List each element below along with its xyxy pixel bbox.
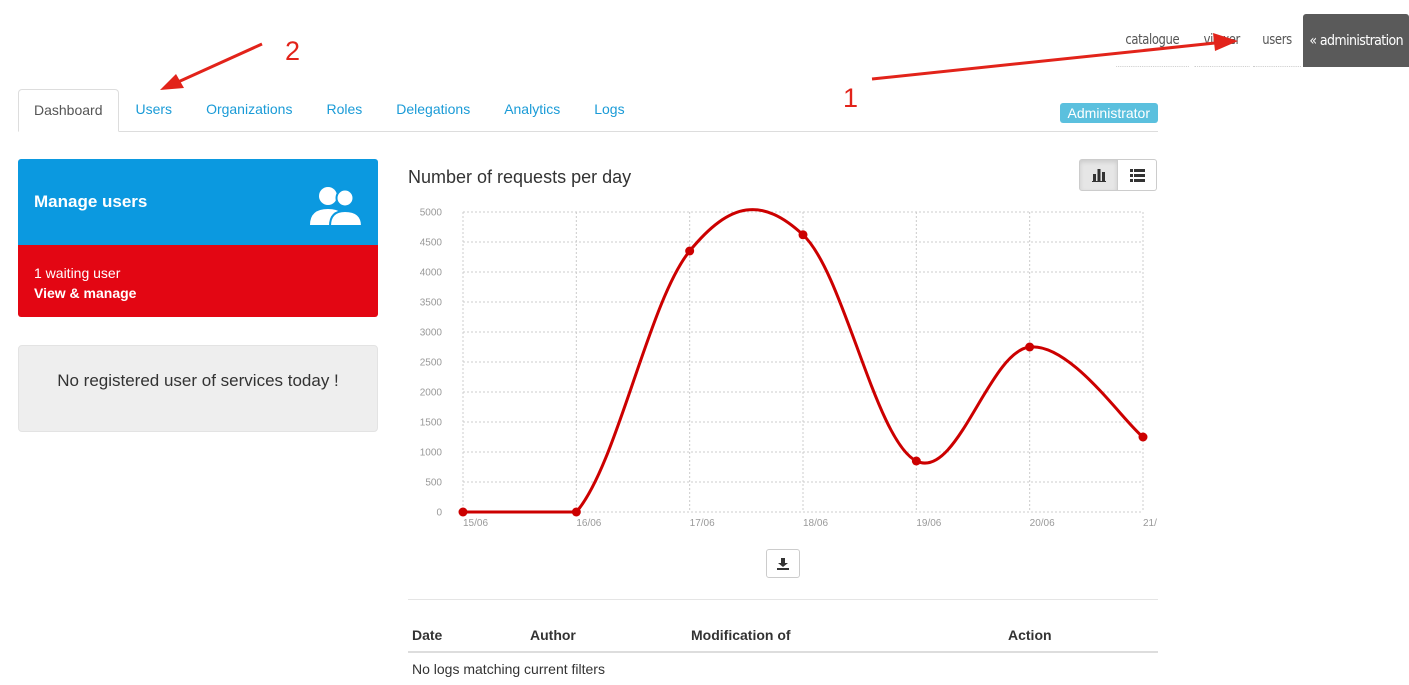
download-button[interactable]	[766, 549, 800, 578]
y-tick-label: 3000	[420, 328, 443, 339]
data-point	[685, 246, 695, 256]
section-divider	[408, 599, 1158, 600]
manage-users-header: Manage users	[18, 159, 378, 245]
x-tick-label: 18/06	[803, 518, 828, 529]
tab-logs[interactable]: Logs	[577, 89, 641, 131]
data-point	[571, 507, 581, 517]
data-point	[798, 230, 808, 240]
tab-users[interactable]: Users	[119, 89, 190, 131]
chart-title: Number of requests per day	[408, 167, 632, 187]
column-author: Author	[526, 620, 687, 653]
users-icon	[310, 187, 364, 227]
data-point	[911, 456, 921, 466]
top-navigation: catalogue viewer users « administration	[1113, 14, 1409, 67]
list-icon	[1129, 168, 1145, 182]
waiting-users-count: 1 waiting user	[34, 265, 121, 281]
topnav-viewer[interactable]: viewer	[1194, 14, 1249, 67]
admin-tabs: Dashboard Users Organizations Roles Dele…	[18, 89, 1158, 132]
topnav-administration[interactable]: « administration	[1303, 14, 1409, 67]
y-tick-label: 1000	[420, 448, 443, 459]
no-registered-users-box: No registered user of services today !	[18, 345, 378, 432]
column-action: Action	[1004, 620, 1158, 653]
y-tick-label: 5000	[420, 208, 443, 219]
tab-delegations[interactable]: Delegations	[379, 89, 487, 131]
x-tick-label: 19/06	[916, 518, 941, 529]
y-tick-label: 2500	[420, 358, 443, 369]
y-tick-label: 500	[425, 478, 442, 489]
requests-line-chart: 0 500 1000 1500 2000 2500 3000 3500 4000 4500 5000…	[420, 208, 1157, 530]
manage-users-title: Manage users	[34, 192, 148, 211]
y-tick-label: 2000	[420, 388, 443, 399]
manage-users-footer: 1 waiting user View & manage	[18, 245, 378, 317]
y-tick-label: 3500	[420, 298, 443, 309]
manage-users-panel: Manage users 1 waiting user View & manag…	[18, 159, 378, 317]
logs-empty-message: No logs matching current filters	[412, 661, 605, 677]
x-tick-label: 21/	[1143, 518, 1157, 529]
annotation-arrow-2	[177, 42, 263, 84]
y-tick-label: 1500	[420, 418, 443, 429]
y-tick-label: 0	[436, 508, 442, 519]
data-point	[458, 507, 468, 517]
y-tick-label: 4000	[420, 268, 443, 279]
chart-view-button[interactable]	[1079, 159, 1118, 191]
download-icon	[777, 557, 789, 570]
column-modification: Modification of	[687, 620, 1004, 653]
logs-table: Date Author Modification of Action No lo…	[408, 620, 1158, 685]
topnav-catalogue[interactable]: catalogue	[1116, 14, 1189, 67]
x-tick-label: 20/06	[1030, 518, 1055, 529]
list-view-button[interactable]	[1118, 159, 1157, 191]
tab-organizations[interactable]: Organizations	[189, 89, 309, 131]
y-tick-label: 4500	[420, 238, 443, 249]
tab-analytics[interactable]: Analytics	[487, 89, 577, 131]
chart-view-toggle	[1079, 159, 1157, 191]
x-tick-label: 17/06	[690, 518, 715, 529]
annotation-number-2: 2	[285, 36, 301, 66]
x-tick-label: 16/06	[576, 518, 601, 529]
x-tick-label: 15/06	[463, 518, 488, 529]
view-manage-link[interactable]: View & manage	[34, 283, 362, 303]
logs-header-row: Date Author Modification of Action	[408, 620, 1158, 653]
role-badge: Administrator	[1059, 103, 1158, 123]
tab-roles[interactable]: Roles	[309, 89, 379, 131]
bar-chart-icon	[1091, 169, 1106, 182]
topnav-users[interactable]: users	[1253, 14, 1302, 67]
table-row: No logs matching current filters	[408, 652, 1158, 685]
data-point	[1138, 432, 1148, 442]
tab-dashboard[interactable]: Dashboard	[18, 89, 119, 132]
column-date: Date	[408, 620, 526, 653]
data-point	[1025, 342, 1035, 352]
